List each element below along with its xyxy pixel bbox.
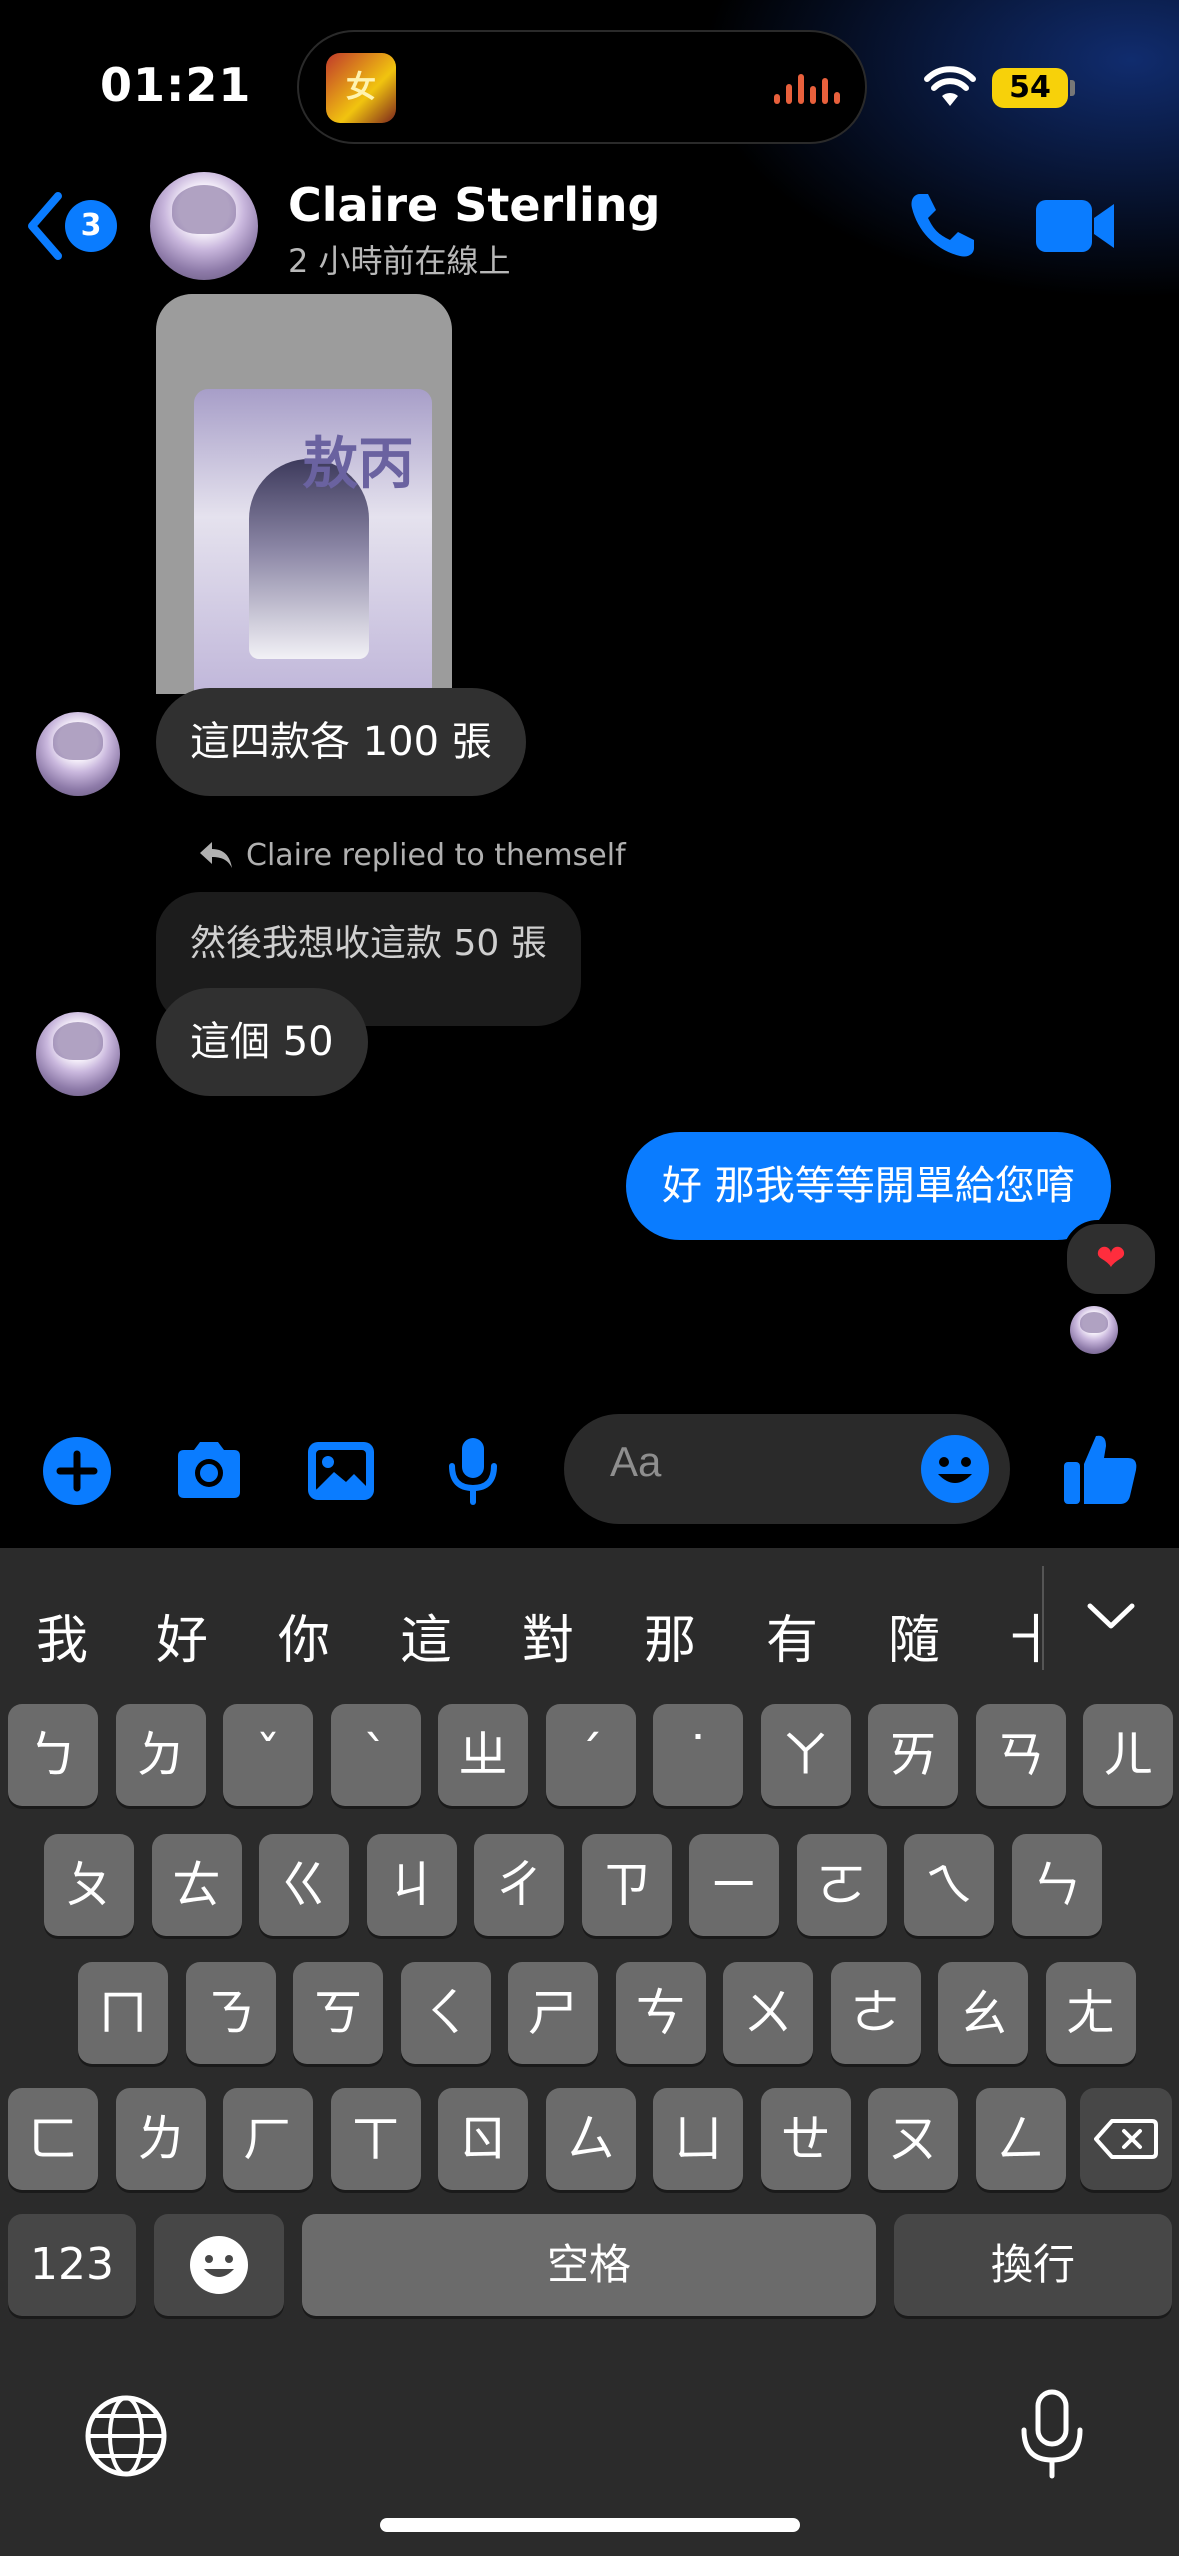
emoji-key-icon [190,2236,248,2294]
zhuyin-key[interactable]: ㄞ [868,1704,958,1806]
character-card-image: 敖丙 [194,389,432,694]
zhuyin-key[interactable]: ㄗ [581,1834,672,1936]
zhuyin-key[interactable]: ㄔ [474,1834,564,1936]
zhuyin-key[interactable]: ㄏ [223,2088,313,2190]
zhuyin-key[interactable]: ㄕ [508,1962,598,2064]
backspace-icon [1094,2119,1158,2159]
camera-icon[interactable] [172,1434,246,1508]
zhuyin-key[interactable]: ㄟ [904,1834,994,1936]
zhuyin-key[interactable]: ㄝ [760,2088,851,2190]
numbers-key[interactable]: 123 [8,2214,136,2316]
sender-avatar[interactable] [36,712,120,796]
contact-avatar[interactable] [150,172,258,280]
dictation-microphone-icon[interactable] [1010,2388,1094,2480]
reply-arrow-icon [200,842,232,868]
zhuyin-key[interactable]: ㄌ [115,2088,206,2190]
expand-candidates-chevron-icon[interactable] [1086,1600,1136,1632]
backspace-key[interactable] [1080,2088,1172,2190]
candidate-word[interactable]: 隨 [888,1598,940,1673]
contact-name[interactable]: Claire Sterling [288,178,660,232]
zhuyin-key[interactable]: ㄛ [796,1834,887,1936]
zhuyin-key[interactable]: ㄡ [868,2088,958,2190]
contact-active-status: 2 小時前在線上 [288,242,511,280]
return-key[interactable]: 換行 [894,2214,1172,2316]
candidate-word[interactable]: 好 [156,1598,208,1673]
zhuyin-key[interactable]: ㄨ [723,1962,813,2064]
unread-count-badge[interactable]: 3 [65,200,117,252]
emoji-key[interactable] [154,2214,284,2316]
zhuyin-key[interactable]: ˋ [330,1704,421,1806]
zhuyin-key[interactable]: ㄎ [293,1962,383,2064]
zhuyin-key[interactable]: ㄚ [760,1704,851,1806]
wifi-icon [924,66,976,106]
zhuyin-key[interactable]: ㄦ [1083,1704,1173,1806]
reply-note: Claire replied to themself [246,838,626,873]
zhuyin-key[interactable]: ㄣ [1011,1834,1102,1936]
heart-reaction-icon[interactable]: ❤ [1063,1220,1159,1298]
zhuyin-key[interactable]: ㄢ [975,1704,1066,1806]
candidate-word[interactable]: 那 [644,1598,696,1673]
audio-wave-icon [774,74,840,104]
zhuyin-key[interactable]: ㄓ [438,1704,528,1806]
image-attachment[interactable]: 敖丙 [156,294,452,694]
candidate-word[interactable]: 我 [36,1598,88,1673]
candidate-word[interactable]: 這 [400,1598,452,1673]
zhuyin-key[interactable]: ㄖ [438,2088,528,2190]
add-plus-icon[interactable] [40,1434,114,1508]
candidate-word[interactable]: 對 [522,1598,574,1673]
home-indicator[interactable] [380,2518,800,2532]
zhuyin-key[interactable]: ㄅ [8,1704,98,1806]
zhuyin-key[interactable]: ㄇ [78,1962,168,2064]
seen-receipt-avatar [1070,1306,1118,1354]
status-time: 01:21 [100,58,252,112]
zhuyin-key[interactable]: ㄑ [400,1962,491,2064]
candidate-word[interactable]: 你 [278,1598,330,1673]
message-input-placeholder: Aa [610,1438,662,1485]
zhuyin-key[interactable]: ˊ [545,1704,636,1806]
zhuyin-key[interactable]: ㄒ [330,2088,421,2190]
candidate-separator [1042,1566,1044,1670]
battery-tip [1070,80,1075,96]
zhuyin-key[interactable]: ㄩ [653,2088,743,2190]
zhuyin-key[interactable]: ㄠ [938,1962,1028,2064]
zhuyin-key[interactable]: ㄧ [689,1834,779,1936]
zhuyin-key[interactable]: ㄙ [545,2088,636,2190]
battery-level: 54 [992,68,1068,108]
video-call-icon[interactable] [1034,196,1116,256]
outgoing-message[interactable]: 好 那我等等開單給您唷 [626,1132,1111,1240]
zhuyin-key[interactable]: ㄍ [259,1834,349,1936]
microphone-icon[interactable] [436,1434,510,1508]
space-key[interactable]: 空格 [302,2214,876,2316]
zhuyin-key[interactable]: ˇ [223,1704,313,1806]
candidate-word[interactable]: 十 [1010,1598,1038,1673]
zhuyin-key[interactable]: ㄊ [151,1834,242,1936]
photo-gallery-icon[interactable] [304,1434,378,1508]
zhuyin-key[interactable]: ㄈ [8,2088,98,2190]
globe-icon[interactable] [84,2394,168,2478]
zhuyin-key[interactable]: ㄉ [115,1704,206,1806]
sender-avatar[interactable] [36,1012,120,1096]
back-chevron-icon[interactable] [22,190,66,262]
zhuyin-key[interactable]: ㄆ [44,1834,134,1936]
game-app-icon[interactable]: 女 [326,53,396,123]
zhuyin-key[interactable]: ㄥ [975,2088,1066,2190]
incoming-message[interactable]: 這四款各 100 張 [156,688,526,796]
phone-call-icon[interactable] [906,190,978,262]
thumbs-up-icon[interactable] [1060,1428,1140,1508]
zhuyin-key[interactable]: ㄋ [185,1962,276,2064]
zhuyin-key[interactable]: ㄐ [366,1834,457,1936]
card-title-text: 敖丙 [302,431,414,497]
zhuyin-key[interactable]: ㄘ [615,1962,706,2064]
zhuyin-key[interactable]: ㄤ [1045,1962,1136,2064]
candidate-word[interactable]: 有 [766,1598,818,1673]
zhuyin-key[interactable]: ㄜ [830,1962,921,2064]
zhuyin-key[interactable]: ˙ [653,1704,743,1806]
emoji-smiley-icon[interactable] [920,1434,990,1504]
incoming-message[interactable]: 這個 50 [156,988,368,1096]
